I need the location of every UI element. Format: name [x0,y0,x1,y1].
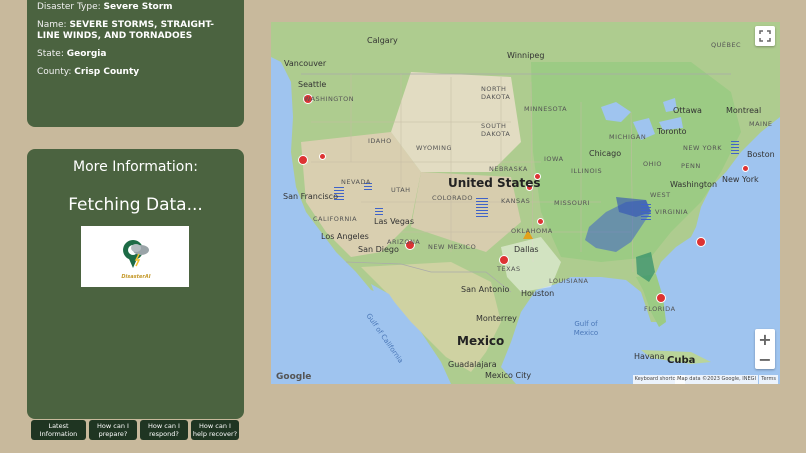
map-label: Los Angeles [321,232,369,241]
map-label: Vancouver [284,59,327,68]
disaster-info-card: Disaster Type: Severe Storm Name: SEVERE… [27,0,244,127]
map-label: Havana [634,352,665,361]
fire-icon[interactable] [499,255,509,265]
disaster-type-row: Disaster Type: Severe Storm [37,2,234,13]
map-label: Dallas [514,245,539,254]
map-label: VIRGINIA [655,208,689,216]
disaster-county-label: County: [37,67,75,77]
map-data-attribution: Map data ©2023 Google, INEGI [675,375,758,384]
map-label: Gulf of Mexico [573,320,599,337]
map-label: Monterrey [476,314,517,323]
map-label: NEW YORK [683,144,722,152]
more-info-card: More Information: Fetching Data... Disas… [27,149,244,419]
terms-link[interactable]: Terms [759,375,778,384]
map-label: OKLAHOMA [511,227,553,235]
map-label: MINNESOTA [524,105,568,113]
zoom-control: + − [755,329,775,369]
disaster-map[interactable]: Calgary Winnipeg QUÉBEC Vancouver Seattl… [271,22,780,384]
map-label: Boston [747,150,775,159]
map-label: Cuba [667,355,696,366]
map-label: WASHINGTON [304,95,355,103]
map-label: NORTH DAKOTA [481,85,511,101]
fire-icon[interactable] [696,237,706,247]
map-label: San Francisco [283,192,338,201]
map-label: CALIFORNIA [313,215,358,223]
logo-icon: DisasterAI [121,240,151,280]
disaster-type-value: Severe Storm [103,2,173,12]
map-label: OHIO [643,160,663,168]
map-label: San Antonio [461,285,510,294]
map-label: TEXAS [497,265,521,273]
map-label: Winnipeg [507,51,545,60]
map-label: FLORIDA [644,305,676,313]
respond-button[interactable]: How can I respond? [140,420,188,440]
map-label: QUÉBEC [711,41,742,49]
map-label: ILLINOIS [571,167,603,175]
map-label: Las Vegas [374,217,414,226]
map-label: United States [448,176,541,190]
map-label: IOWA [544,155,564,163]
fullscreen-button[interactable] [755,26,775,46]
map-label: Montreal [726,106,762,115]
prepare-button[interactable]: How can I prepare? [89,420,137,440]
storm-icon[interactable] [375,206,383,215]
map-label: LOUISIANA [549,277,589,285]
more-info-title: More Information: [73,159,198,175]
latest-information-button[interactable]: Latest Information [31,420,86,440]
map-label: PENN [681,162,701,170]
map-label: Mexico [457,334,505,348]
zoom-in-button[interactable]: + [755,329,775,349]
fire-icon[interactable] [537,218,544,225]
map-label: Mexico City [485,371,532,380]
map-label: Houston [521,289,555,298]
map-label: NEBRASKA [489,165,528,173]
map-label: SOUTH DAKOTA [481,122,511,138]
map-label: KANSAS [501,197,531,205]
disaster-state-label: State: [37,49,67,59]
map-label: COLORADO [432,194,473,202]
map-label: Seattle [298,80,327,89]
zoom-out-button[interactable]: − [755,349,775,369]
disaster-type-label: Disaster Type: [37,2,104,12]
fullscreen-icon [759,30,771,42]
fire-icon[interactable] [319,153,326,160]
storm-icon[interactable] [731,140,739,154]
map-label: Calgary [367,36,398,45]
map-label: Guadalajara [448,360,497,369]
fetching-status: Fetching Data... [68,195,203,215]
map-label: MICHIGAN [609,133,647,141]
disaster-county-row: County: Crisp County [37,67,234,78]
svg-text:DisasterAI: DisasterAI [121,274,150,280]
storm-icon[interactable] [641,202,651,220]
map-label: Toronto [657,127,687,136]
map-label: WYOMING [416,144,453,152]
google-logo: Google [276,372,312,382]
disaster-state-row: State: Georgia [37,49,234,60]
app-logo: DisasterAI [81,226,189,287]
map-label: New York [722,175,759,184]
map-label: MAINE [749,120,773,128]
help-recover-button[interactable]: How can I help recover? [191,420,239,440]
map-label: NEW MEXICO [428,243,477,251]
map-label: Washington [670,180,718,189]
fire-icon[interactable] [656,293,666,303]
map-label: Chicago [589,149,622,158]
map-label: San Diego [358,245,399,254]
map-label: UTAH [391,186,411,194]
disaster-county-value: Crisp County [74,67,140,77]
disaster-name-label: Name: [37,20,70,30]
disaster-name-row: Name: SEVERE STORMS, STRAIGHT-LINE WINDS… [37,20,234,42]
disaster-state-value: Georgia [66,49,107,59]
fire-icon[interactable] [298,155,308,165]
storm-icon[interactable] [476,197,488,217]
map-label: WEST [650,191,671,199]
map-label: MISSOURI [554,199,591,207]
map-label: Ottawa [673,106,702,115]
map-label: NEVADA [341,178,371,186]
map-label: IDAHO [368,137,392,145]
fire-icon[interactable] [742,165,749,172]
